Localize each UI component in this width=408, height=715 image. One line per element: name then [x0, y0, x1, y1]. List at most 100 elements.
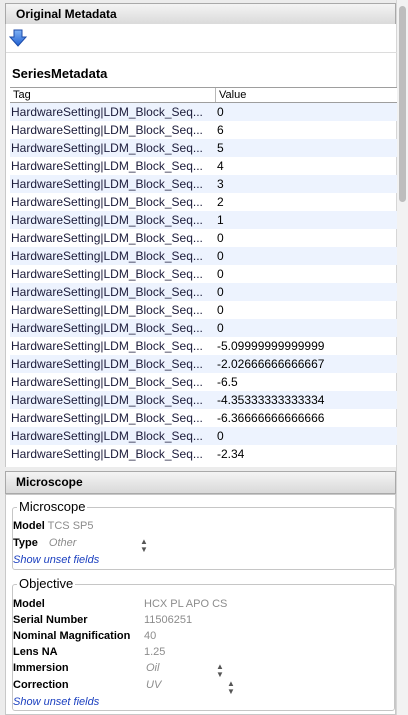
microscope-section: Microscope Model TCS SP5 Type Other ▲ ▼ S… — [5, 494, 396, 715]
metadata-table-header: Tag Value — [10, 87, 397, 103]
serial-number-value[interactable]: 11506251 — [144, 613, 192, 627]
table-row[interactable]: HardwareSetting|LDM_Block_Seq... 0 — [10, 301, 397, 319]
table-row[interactable]: HardwareSetting|LDM_Block_Seq... -6.5 — [10, 373, 397, 391]
table-row[interactable]: HardwareSetting|LDM_Block_Seq... -5.09999… — [10, 337, 397, 355]
magnification-label: Nominal Magnification — [13, 630, 131, 642]
magnification-value[interactable]: 40 — [144, 629, 156, 643]
tag-cell: HardwareSetting|LDM_Block_Seq... — [11, 141, 203, 155]
microscope-panel-title: Microscope — [16, 475, 83, 489]
tag-cell: HardwareSetting|LDM_Block_Seq... — [11, 375, 203, 389]
model-value[interactable]: TCS SP5 — [48, 520, 94, 532]
table-row[interactable]: HardwareSetting|LDM_Block_Seq... 5 — [10, 139, 397, 157]
table-row[interactable]: HardwareSetting|LDM_Block_Seq... 0 — [10, 265, 397, 283]
serial-number-row: Serial Number — [13, 613, 88, 627]
microscope-group-title: Microscope — [19, 499, 86, 514]
lens-na-label: Lens NA — [13, 646, 58, 658]
table-row[interactable]: HardwareSetting|LDM_Block_Seq... -2.02666… — [10, 355, 397, 373]
tag-cell: HardwareSetting|LDM_Block_Seq... — [11, 285, 203, 299]
table-row[interactable]: HardwareSetting|LDM_Block_Seq... 2 — [10, 193, 397, 211]
original-metadata-header[interactable]: Original Metadata — [5, 3, 396, 26]
serial-number-label: Serial Number — [13, 614, 88, 626]
tag-cell: HardwareSetting|LDM_Block_Seq... — [11, 447, 203, 461]
value-cell: -4.35333333333334 — [217, 393, 325, 407]
magnification-row: Nominal Magnification — [13, 629, 130, 643]
table-row[interactable]: HardwareSetting|LDM_Block_Seq... -6.36666… — [10, 409, 397, 427]
show-unset-fields-link[interactable]: Show unset fields — [13, 553, 99, 567]
value-cell: 2 — [217, 195, 224, 209]
tag-cell: HardwareSetting|LDM_Block_Seq... — [11, 231, 203, 245]
value-cell: 6 — [217, 123, 224, 137]
microscope-type-row: Type Other — [13, 536, 76, 550]
original-metadata-title: Original Metadata — [16, 7, 117, 21]
type-select-arrows-icon[interactable]: ▲ ▼ — [140, 538, 148, 554]
value-cell: 0 — [217, 105, 224, 119]
value-cell: 5 — [217, 141, 224, 155]
immersion-select[interactable]: Oil — [146, 661, 159, 675]
tag-cell: HardwareSetting|LDM_Block_Seq... — [11, 105, 203, 119]
tag-cell: HardwareSetting|LDM_Block_Seq... — [11, 411, 203, 425]
objective-model-row: Model — [13, 597, 45, 611]
value-cell: -5.09999999999999 — [217, 339, 325, 353]
value-cell: 0 — [217, 267, 224, 281]
table-row[interactable]: HardwareSetting|LDM_Block_Seq... 0 — [10, 229, 397, 247]
tag-cell: HardwareSetting|LDM_Block_Seq... — [11, 177, 203, 191]
value-cell: 0 — [217, 285, 224, 299]
table-row[interactable]: HardwareSetting|LDM_Block_Seq... 4 — [10, 157, 397, 175]
table-row[interactable]: HardwareSetting|LDM_Block_Seq... 1 — [10, 211, 397, 229]
tag-cell: HardwareSetting|LDM_Block_Seq... — [11, 123, 203, 137]
table-row[interactable]: HardwareSetting|LDM_Block_Seq... 0 — [10, 247, 397, 265]
value-cell: -2.02666666666667 — [217, 357, 325, 371]
column-divider — [215, 88, 216, 102]
type-select[interactable]: Other — [49, 537, 77, 549]
tag-cell: HardwareSetting|LDM_Block_Seq... — [11, 321, 203, 335]
value-cell: 1 — [217, 213, 224, 227]
column-header-tag[interactable]: Tag — [13, 88, 31, 102]
blue-down-arrow-icon[interactable] — [9, 29, 27, 47]
original-metadata-content: SeriesMetadata Tag Value HardwareSetting… — [5, 24, 397, 467]
value-cell: 4 — [217, 159, 224, 173]
correction-select[interactable]: UV — [146, 678, 161, 692]
correction-row: Correction — [13, 678, 69, 692]
table-row[interactable]: HardwareSetting|LDM_Block_Seq... -4.35333… — [10, 391, 397, 409]
lens-na-value[interactable]: 1.25 — [144, 645, 165, 659]
microscope-model-row: Model TCS SP5 — [13, 519, 94, 533]
tag-cell: HardwareSetting|LDM_Block_Seq... — [11, 303, 203, 317]
value-cell: 3 — [217, 177, 224, 191]
table-row[interactable]: HardwareSetting|LDM_Block_Seq... 6 — [10, 121, 397, 139]
table-row[interactable]: HardwareSetting|LDM_Block_Seq... 0 — [10, 427, 397, 445]
vertical-scrollbar[interactable] — [396, 0, 408, 715]
divider — [6, 52, 397, 53]
immersion-label: Immersion — [13, 662, 69, 674]
column-header-value[interactable]: Value — [219, 88, 246, 102]
objective-model-value[interactable]: HCX PL APO CS — [144, 597, 227, 611]
table-row[interactable]: HardwareSetting|LDM_Block_Seq... -2.34 — [10, 445, 397, 463]
tag-cell: HardwareSetting|LDM_Block_Seq... — [11, 267, 203, 281]
table-row[interactable]: HardwareSetting|LDM_Block_Seq... 0 — [10, 103, 397, 121]
value-cell: 0 — [217, 429, 224, 443]
objective-model-label: Model — [13, 598, 45, 610]
value-cell: -6.5 — [217, 375, 238, 389]
value-cell: 0 — [217, 303, 224, 317]
table-row[interactable]: HardwareSetting|LDM_Block_Seq... 0 — [10, 319, 397, 337]
microscope-panel-header[interactable]: Microscope — [5, 471, 396, 494]
correction-select-arrows-icon[interactable]: ▲ ▼ — [227, 680, 235, 696]
series-metadata-title: SeriesMetadata — [12, 66, 108, 81]
table-row[interactable]: HardwareSetting|LDM_Block_Seq... 3 — [10, 175, 397, 193]
correction-label: Correction — [13, 679, 69, 691]
tag-cell: HardwareSetting|LDM_Block_Seq... — [11, 159, 203, 173]
immersion-select-arrows-icon[interactable]: ▲ ▼ — [216, 663, 224, 679]
tag-cell: HardwareSetting|LDM_Block_Seq... — [11, 339, 203, 353]
value-cell: 0 — [217, 249, 224, 263]
tag-cell: HardwareSetting|LDM_Block_Seq... — [11, 429, 203, 443]
tag-cell: HardwareSetting|LDM_Block_Seq... — [11, 249, 203, 263]
value-cell: -6.36666666666666 — [217, 411, 325, 425]
tag-cell: HardwareSetting|LDM_Block_Seq... — [11, 213, 203, 227]
scrollbar-thumb[interactable] — [399, 6, 406, 202]
objective-group-title: Objective — [19, 576, 74, 591]
value-cell: -2.34 — [217, 447, 245, 461]
tag-cell: HardwareSetting|LDM_Block_Seq... — [11, 393, 203, 407]
immersion-row: Immersion — [13, 661, 69, 675]
objective-show-unset-fields-link[interactable]: Show unset fields — [13, 695, 99, 709]
model-label: Model — [13, 520, 45, 532]
table-row[interactable]: HardwareSetting|LDM_Block_Seq... 0 — [10, 283, 397, 301]
